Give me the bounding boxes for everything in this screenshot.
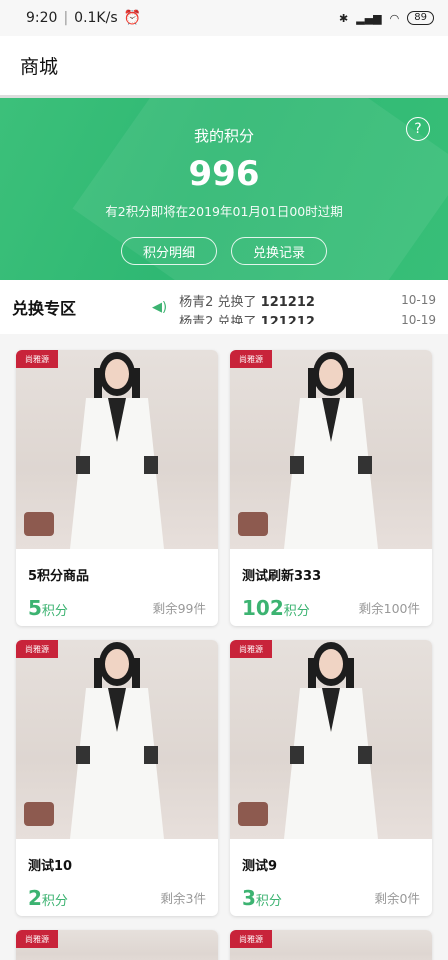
product-grid: 尚雅源 5积分商品 5积分 剩余99件 尚雅源 测试刷新333 102积分 剩余… [0,334,448,960]
product-image[interactable]: 尚雅源 [230,640,432,839]
brand-logo-icon: 尚雅源 [16,930,58,948]
brand-logo-icon: 尚雅源 [230,640,272,658]
product-card[interactable]: 尚雅源 [16,930,218,960]
status-time: 9:20 [26,10,58,26]
product-name: 测试刷新333 [242,569,322,584]
product-stock: 剩余99件 [152,601,206,616]
battery-icon: 89 [407,11,434,25]
product-stock: 剩余0件 [374,891,420,906]
exchange-ticker: 杨青2 兑换了 121212 10-19 杨青2 兑换了 121212 10-1… [179,290,436,324]
product-image[interactable]: 尚雅源 [230,930,432,960]
ticker-item: 杨青2 兑换了 121212 10-19 [179,313,436,324]
status-bar: 9:20 | 0.1K/s ⏰ ✱ ▂▄▆ ◠ 89 [0,0,448,36]
points-value: 996 [188,154,260,194]
alarm-icon: ⏰ [123,10,142,26]
product-image[interactable]: 尚雅源 [16,350,218,549]
exchange-history-button[interactable]: 兑换记录 [231,237,327,265]
product-card[interactable]: 尚雅源 测试10 2积分 剩余3件 [16,640,218,916]
exchange-header: 兑换专区 ◀) 杨青2 兑换了 121212 10-19 杨青2 兑换了 121… [0,280,448,334]
page-title: 商城 [20,56,59,78]
product-card[interactable]: 尚雅源 [230,930,432,960]
product-image[interactable]: 尚雅源 [16,640,218,839]
brand-logo-icon: 尚雅源 [230,930,272,948]
brand-logo-icon: 尚雅源 [16,640,58,658]
product-name: 5积分商品 [28,569,90,584]
product-image[interactable]: 尚雅源 [16,930,218,960]
points-expire-note: 有2积分即将在2019年01月01日00时过期 [105,204,343,219]
product-card[interactable]: 尚雅源 5积分商品 5积分 剩余99件 [16,350,218,626]
product-image[interactable]: 尚雅源 [230,350,432,549]
wifi-icon: ◠ [389,11,400,25]
status-speed: 0.1K/s [74,10,118,26]
app-bar: 商城 [0,36,448,98]
product-card[interactable]: 尚雅源 测试9 3积分 剩余0件 [230,640,432,916]
points-title: 我的积分 [193,127,254,145]
signal-icon: ▂▄▆ [356,11,382,25]
product-points: 102积分 [242,596,310,620]
brand-logo-icon: 尚雅源 [230,350,272,368]
brand-logo-icon: 尚雅源 [16,350,58,368]
points-detail-button[interactable]: 积分明细 [121,237,217,265]
points-card: ? 我的积分 996 有2积分即将在2019年01月01日00时过期 积分明细 … [0,98,448,280]
product-points: 2积分 [28,886,68,910]
product-name: 测试10 [28,859,73,874]
exchange-title: 兑换专区 [12,299,77,318]
product-points: 5积分 [28,596,68,620]
ticker-item: 杨青2 兑换了 121212 10-19 [179,293,436,310]
product-stock: 剩余100件 [358,601,420,616]
speaker-icon: ◀) [152,299,168,315]
product-card[interactable]: 尚雅源 测试刷新333 102积分 剩余100件 [230,350,432,626]
bluetooth-icon: ✱ [339,11,349,25]
product-points: 3积分 [242,886,282,910]
product-name: 测试9 [242,859,278,874]
product-stock: 剩余3件 [160,891,206,906]
